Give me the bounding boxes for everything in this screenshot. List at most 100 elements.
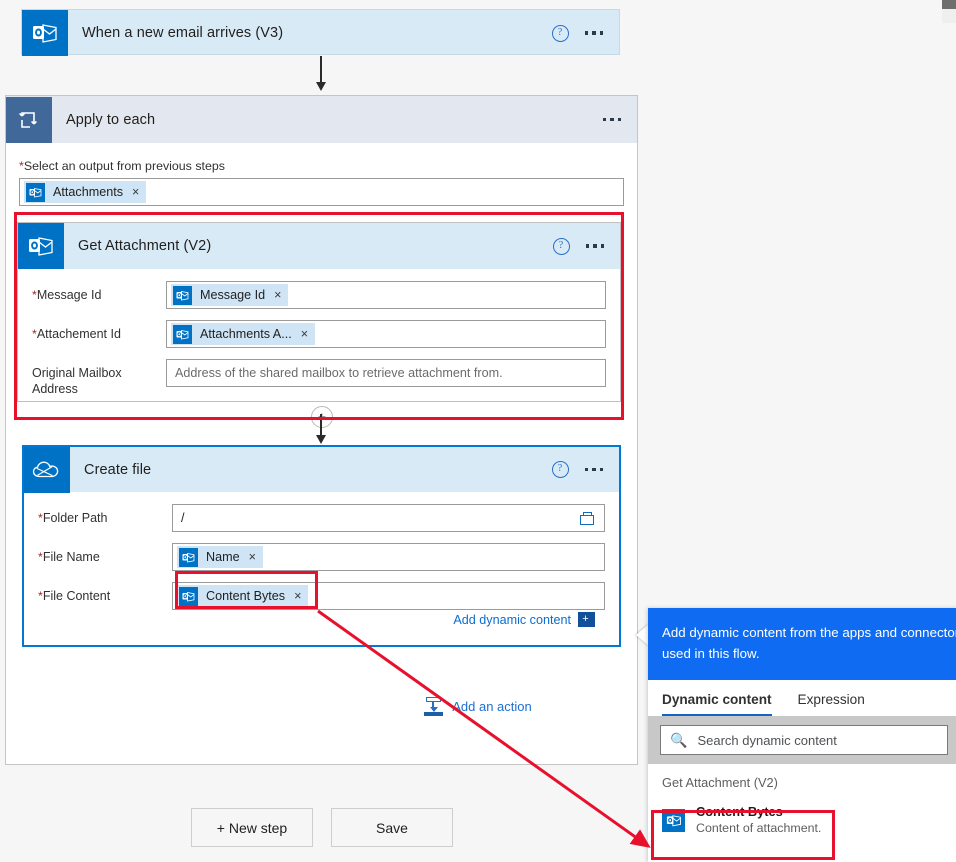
get-attachment-title: Get Attachment (V2) [78,238,212,254]
new-step-button[interactable]: + New step [191,808,313,847]
get-attachment-header[interactable]: Get Attachment (V2) ? [18,223,620,269]
insert-new-step-button[interactable]: + [311,406,333,428]
more-options-icon[interactable] [585,244,604,248]
field-row-file-name: *File Name Name × [38,543,605,571]
onedrive-icon [24,446,70,493]
token-message-id[interactable]: Message Id × [171,284,289,306]
add-dynamic-content-link[interactable]: Add dynamic content [453,613,571,627]
more-options-icon[interactable] [602,117,621,122]
outlook-icon [179,586,198,606]
field-row-folder-path: *Folder Path / [38,504,605,532]
dynamic-content-panel-header: Add dynamic content from the apps and co… [648,608,956,680]
get-attachment-fields: *Message Id Message Id × *Attachement Id… [18,269,620,397]
file-name-input[interactable]: Name × [172,543,605,571]
token-label: Attachments A... [200,327,292,341]
vertical-scrollbar-thumb[interactable] [942,0,956,9]
outlook-icon [179,547,198,567]
select-output-label: *Select an output from previous steps [19,159,225,173]
more-options-icon[interactable] [584,467,603,472]
trigger-card-header[interactable]: When a new email arrives (V3) ? [22,10,619,56]
add-action-icon [424,697,444,716]
dynamic-content-item-text: Content Bytes Content of attachment. [696,804,821,836]
tab-expression[interactable]: Expression [798,680,865,716]
flow-designer-canvas: When a new email arrives (V3) ? Apply to… [0,0,956,862]
dynamic-content-item-title: Content Bytes [696,804,783,819]
field-label: Original Mailbox Address [32,366,122,396]
folder-browse-icon[interactable] [580,511,596,525]
token-remove-icon[interactable]: × [132,185,139,199]
token-remove-icon[interactable]: × [301,327,308,341]
field-row-original-mailbox-address: Original Mailbox Address Address of the … [32,359,606,397]
help-icon[interactable]: ? [551,461,569,478]
token-label: Name [206,550,240,564]
tab-dynamic-content[interactable]: Dynamic content [662,680,772,716]
loop-icon [6,96,52,143]
dynamic-content-search-band: 🔍 Search dynamic content [648,716,956,764]
create-file-card[interactable]: Create file ? *Folder Path / *File Name … [22,445,621,647]
create-file-title: Create file [84,461,152,478]
trigger-card-title: When a new email arrives (V3) [82,25,284,41]
field-row-message-id: *Message Id Message Id × [32,281,606,309]
dynamic-content-header-line2: used in this flow. [662,646,760,661]
token-attachments[interactable]: Attachments × [24,181,147,203]
attachement-id-input[interactable]: Attachments A... × [166,320,606,348]
trigger-card-when-a-new-email-arrives[interactable]: When a new email arrives (V3) ? [21,9,620,56]
file-content-input[interactable]: Content Bytes × [172,582,605,610]
token-label: Attachments [53,185,123,199]
search-dynamic-content-input[interactable]: 🔍 Search dynamic content [660,725,948,755]
dynamic-content-item-subtitle: Content of attachment. [696,821,822,835]
create-file-fields: *Folder Path / *File Name Name × *File C… [24,492,619,627]
field-label: *Attachement Id [32,327,121,341]
select-output-input[interactable]: Attachments × [19,178,624,206]
field-control: Name × [172,543,605,571]
field-label: *Folder Path [38,511,108,525]
dynamic-content-group-header: Get Attachment (V2) [662,775,778,790]
dynamic-content-panel[interactable]: Add dynamic content from the apps and co… [648,608,956,862]
field-control: Content Bytes × Add dynamic content + [172,582,605,627]
apply-to-each-actions [602,117,638,122]
token-remove-icon[interactable]: × [294,589,301,603]
outlook-icon [173,285,192,305]
outlook-icon [662,808,685,832]
field-row-attachement-id: *Attachement Id Attachments A... × [32,320,606,348]
add-dynamic-content-row: Add dynamic content + [172,610,605,627]
token-label: Message Id [200,288,266,302]
search-icon: 🔍 [670,731,688,748]
field-row-file-content: *File Content Content Bytes × Add dynami… [38,582,605,627]
dynamic-content-tabs: Dynamic content Expression [648,680,956,716]
token-content-bytes[interactable]: Content Bytes × [177,585,309,607]
field-control: / [172,504,605,532]
field-label: *Message Id [32,288,102,302]
outlook-icon [18,223,64,269]
apply-to-each-header[interactable]: Apply to each [6,96,637,143]
apply-to-each-title: Apply to each [66,111,156,128]
field-control: Address of the shared mailbox to retriev… [166,359,606,387]
help-icon[interactable]: ? [552,237,570,255]
token-remove-icon[interactable]: × [249,550,256,564]
add-an-action-label: Add an action [452,699,532,714]
token-name[interactable]: Name × [177,546,263,568]
outlook-icon [26,182,45,202]
search-placeholder: Search dynamic content [697,732,837,748]
field-control: Message Id × [166,281,606,309]
create-file-header[interactable]: Create file ? [24,446,620,493]
message-id-input[interactable]: Message Id × [166,281,606,309]
dynamic-content-item-content-bytes[interactable]: Content Bytes Content of attachment. [648,798,956,844]
get-attachment-card[interactable]: Get Attachment (V2) ? *Message Id Messag… [17,222,621,402]
folder-path-input[interactable]: / [172,504,605,532]
get-attachment-actions: ? [552,237,621,255]
token-label: Content Bytes [206,589,286,603]
field-label: *File Content [38,589,111,603]
more-options-icon[interactable] [584,31,603,35]
vertical-scrollbar-track[interactable] [942,9,956,23]
add-dynamic-content-button[interactable]: + [578,612,595,627]
token-remove-icon[interactable]: × [274,288,281,302]
help-icon[interactable]: ? [551,24,569,42]
token-attachments-attachment-id[interactable]: Attachments A... × [171,323,316,345]
apply-to-each-body: *Select an output from previous steps At… [6,143,637,206]
save-button[interactable]: Save [331,808,453,847]
field-control: Attachments A... × [166,320,606,348]
create-file-actions: ? [551,461,620,478]
trigger-card-actions: ? [551,24,620,42]
original-mailbox-address-input[interactable]: Address of the shared mailbox to retriev… [166,359,606,387]
